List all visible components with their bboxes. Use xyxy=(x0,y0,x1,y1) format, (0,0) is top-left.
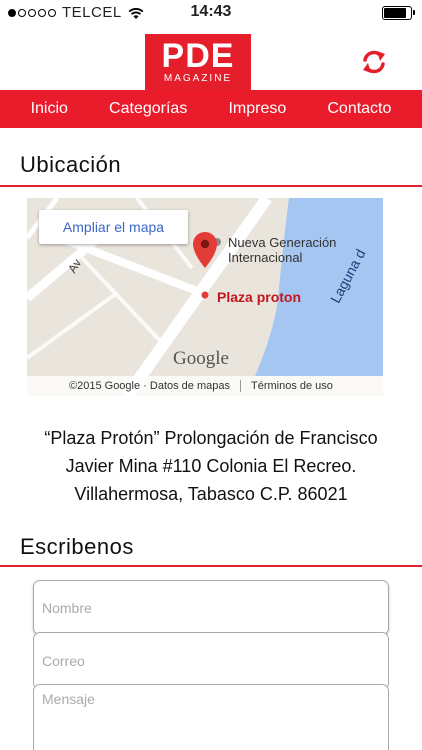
main-nav: Inicio Categorías Impreso Contacto xyxy=(0,90,422,128)
address-line-2: Javier Mina #110 Colonia El Recreo. xyxy=(65,456,357,476)
refresh-icon[interactable] xyxy=(360,48,388,76)
email-input[interactable] xyxy=(33,632,389,690)
enlarge-map-button[interactable]: Ampliar el mapa xyxy=(39,210,188,244)
logo-main-text: PDE xyxy=(161,37,235,75)
address-line-1: “Plaza Protón” Prolongación de Francisco xyxy=(44,428,378,448)
name-input[interactable] xyxy=(33,580,389,635)
nav-item-contacto[interactable]: Contacto xyxy=(327,100,391,118)
location-divider xyxy=(0,185,422,187)
status-time: 14:43 xyxy=(190,3,232,20)
pde-magazine-logo[interactable]: PDE MAGAZINE xyxy=(145,34,251,92)
status-bar: TELCEL 14:43 xyxy=(0,0,422,26)
location-map[interactable]: Ampliar el mapa Nueva Generación Interna… xyxy=(27,198,383,396)
nav-item-impreso[interactable]: Impreso xyxy=(228,100,286,118)
app-header: PDE MAGAZINE xyxy=(0,26,422,92)
location-title: Ubicación xyxy=(20,152,122,177)
address-line-3: Villahermosa, Tabasco C.P. 86021 xyxy=(74,484,348,504)
map-footer: ©2015 Google · Datos de mapas Términos d… xyxy=(27,376,383,396)
battery-icon xyxy=(382,6,415,20)
address-text: “Plaza Protón” Prolongación de Francisco… xyxy=(10,424,412,508)
nav-item-categorias[interactable]: Categorías xyxy=(109,100,187,118)
map-terms-link[interactable]: Términos de uso xyxy=(251,380,333,392)
map-pin-label: Plaza proton xyxy=(217,289,302,305)
contact-divider xyxy=(0,565,422,567)
battery-level xyxy=(384,8,407,18)
google-logo: Google xyxy=(173,348,229,369)
contact-title: Escribenos xyxy=(20,534,134,559)
map-place-label-line1: Nueva Generación xyxy=(228,235,337,250)
map-place-label: Nueva Generación Internacional xyxy=(228,235,336,265)
nav-item-inicio[interactable]: Inicio xyxy=(31,100,68,118)
message-textarea[interactable] xyxy=(33,684,389,750)
map-footer-separator xyxy=(239,380,241,392)
map-place-label-line2: Internacional xyxy=(228,250,303,265)
logo-sub-text: MAGAZINE xyxy=(163,73,233,84)
map-copyright: ©2015 Google · Datos de mapas xyxy=(69,380,230,392)
